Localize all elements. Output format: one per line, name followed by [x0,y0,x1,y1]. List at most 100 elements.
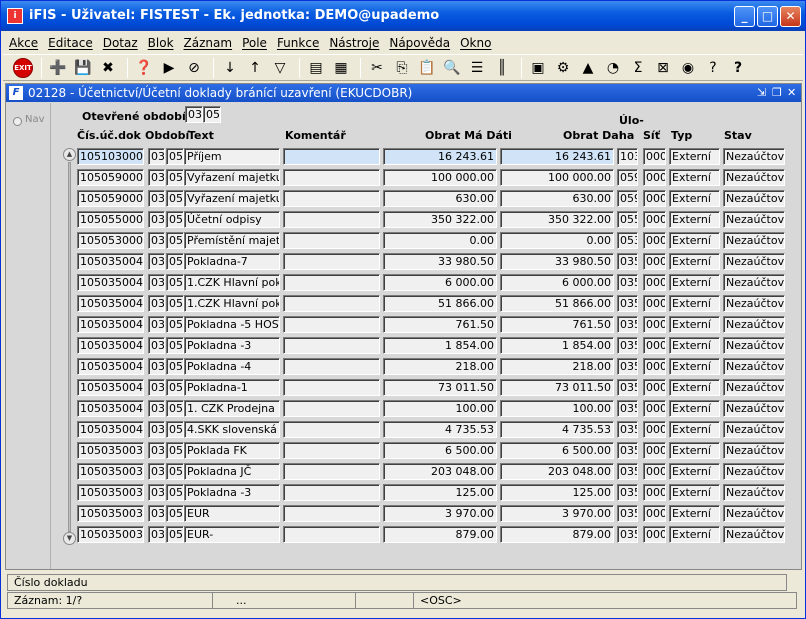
record-scrollbar[interactable]: ▲ ▼ [63,148,76,546]
md-cell[interactable]: 350 322.00 [383,211,497,228]
md-cell[interactable]: 16 243.61 [383,148,497,165]
stav-cell[interactable]: Nezaúčtova [723,505,785,522]
stav-cell[interactable]: Nezaúčtova [723,463,785,480]
period-year-cell[interactable]: 03 [148,337,165,354]
text-cell[interactable]: 1.CZK Hlavní poklac [184,274,280,291]
period-year-cell[interactable]: 03 [148,316,165,333]
stav-cell[interactable]: Nezaúčtova [723,337,785,354]
period-year-cell[interactable]: 03 [148,211,165,228]
md-cell[interactable]: 125.00 [383,484,497,501]
dal-cell[interactable]: 6 000.00 [500,274,614,291]
period-month-cell[interactable]: 05 [166,463,184,480]
comment-cell[interactable] [283,274,380,291]
md-cell[interactable]: 33 980.50 [383,253,497,270]
md-cell[interactable]: 761.50 [383,316,497,333]
stav-cell[interactable]: Nezaúčtova [723,211,785,228]
sit-cell[interactable]: 000 [643,232,666,249]
enter-query-icon[interactable]: ❓ [133,57,155,79]
uloha-cell[interactable]: 055 [617,211,638,228]
sit-cell[interactable]: 000 [643,484,666,501]
period-year-cell[interactable]: 03 [148,400,165,417]
doc-number-cell[interactable]: 1050350043 [77,358,144,375]
md-cell[interactable]: 4 735.53 [383,421,497,438]
settings-icon[interactable]: ⚙ [552,57,574,79]
minimize-button[interactable]: _ [734,6,755,27]
typ-cell[interactable]: Externí [669,442,720,459]
period-year-field[interactable]: 03 [185,106,203,123]
sit-cell[interactable]: 000 [643,400,666,417]
period-month-cell[interactable]: 05 [166,253,184,270]
sit-cell[interactable]: 000 [643,274,666,291]
text-cell[interactable]: Pokladna -3 [184,484,280,501]
form-title-bar[interactable]: F 02128 - Účetnictví/Účetní doklady brán… [6,84,801,102]
typ-cell[interactable]: Externí [669,463,720,480]
comment-cell[interactable] [283,148,380,165]
sort-asc-icon[interactable]: ↓ [219,57,241,79]
text-cell[interactable]: Pokladna JČ [184,463,280,480]
period-year-cell[interactable]: 03 [148,484,165,501]
doc-number-cell[interactable]: 1050350041 [77,400,144,417]
stav-cell[interactable]: Nezaúčtova [723,484,785,501]
doc-number-cell[interactable]: 1050350044 [77,337,144,354]
doc-number-cell[interactable]: 1050350045 [77,316,144,333]
doc-number-cell[interactable]: 1051030001 [77,148,144,165]
text-cell[interactable]: Pokladna-1 [184,379,280,396]
period-year-cell[interactable]: 03 [148,169,165,186]
period-month-cell[interactable]: 05 [166,211,184,228]
text-cell[interactable]: Vyřazení majetku [184,190,280,207]
menu-item[interactable]: Funkce [277,34,319,52]
text-cell[interactable]: Účetní odpisy [184,211,280,228]
menu-item[interactable]: Editace [48,34,93,52]
period-month-cell[interactable]: 05 [166,232,184,249]
text-cell[interactable]: Pokladna -4 [184,358,280,375]
stav-cell[interactable]: Nezaúčtova [723,442,785,459]
dal-cell[interactable]: 73 011.50 [500,379,614,396]
clock-icon[interactable]: ◔ [602,57,624,79]
doc-number-cell[interactable]: 1050350040 [77,421,144,438]
period-month-cell[interactable]: 05 [166,379,184,396]
dal-cell[interactable]: 0.00 [500,232,614,249]
filter-icon[interactable]: ▽ [269,57,291,79]
stav-cell[interactable]: Nezaúčtova [723,400,785,417]
exit-icon[interactable]: EXIT [13,57,33,78]
dal-cell[interactable]: 879.00 [500,526,614,543]
doc-number-cell[interactable]: 1050550004 [77,211,144,228]
stav-cell[interactable]: Nezaúčtova [723,526,785,543]
period-month-cell[interactable]: 05 [166,274,184,291]
comment-cell[interactable] [283,211,380,228]
uloha-cell[interactable]: 035 [617,484,638,501]
comment-cell[interactable] [283,484,380,501]
paste-icon[interactable]: 📋 [416,57,438,79]
help-icon[interactable]: ? [727,57,749,79]
sum-icon[interactable]: Σ [627,57,649,79]
maximize-button[interactable]: □ [757,6,778,27]
comment-cell[interactable] [283,505,380,522]
md-cell[interactable]: 0.00 [383,232,497,249]
md-cell[interactable]: 6 500.00 [383,442,497,459]
close-form-icon[interactable]: ✕ [787,84,796,102]
doc-number-cell[interactable]: 1050530002 [77,232,144,249]
text-cell[interactable]: 1. CZK Prodejna [184,400,280,417]
excel-icon[interactable]: ⊠ [652,57,674,79]
stav-cell[interactable]: Nezaúčtova [723,379,785,396]
comment-cell[interactable] [283,463,380,480]
cut-icon[interactable]: ✂ [366,57,388,79]
comment-cell[interactable] [283,316,380,333]
doc-number-cell[interactable]: 1050350038 [77,463,144,480]
period-month-cell[interactable]: 05 [166,421,184,438]
sit-cell[interactable]: 000 [643,421,666,438]
uloha-cell[interactable]: 035 [617,358,638,375]
dal-cell[interactable]: 1 854.00 [500,337,614,354]
sit-cell[interactable]: 000 [643,190,666,207]
md-cell[interactable]: 203 048.00 [383,463,497,480]
uloha-cell[interactable]: 035 [617,316,638,333]
title-bar[interactable]: i iFIS - Uživatel: FISTEST - Ek. jednotk… [1,1,805,31]
doc-number-cell[interactable]: 1050350046 [77,295,144,312]
comment-cell[interactable] [283,526,380,543]
dal-cell[interactable]: 100 000.00 [500,169,614,186]
print-icon[interactable]: ▤ [305,57,327,79]
comment-cell[interactable] [283,421,380,438]
uloha-cell[interactable]: 103 [617,148,638,165]
scroll-down-icon[interactable]: ▼ [63,532,76,545]
uloha-cell[interactable]: 035 [617,463,638,480]
